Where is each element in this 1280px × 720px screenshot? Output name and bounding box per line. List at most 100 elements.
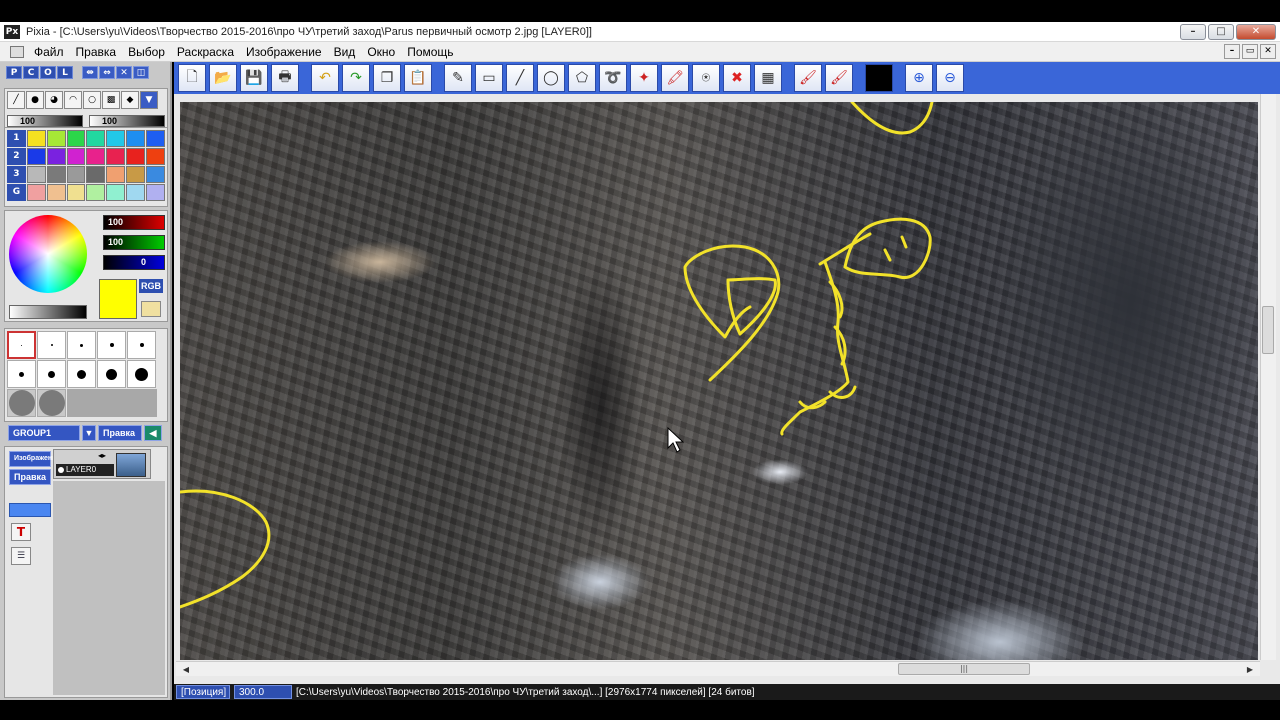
layer-item[interactable]: ◂▸ LAYER0: [53, 449, 151, 479]
brush-size-6[interactable]: [7, 360, 36, 388]
palette-swatch[interactable]: [46, 130, 66, 147]
mirror-icon[interactable]: ◫: [133, 66, 149, 79]
menu-window[interactable]: Окно: [361, 45, 401, 59]
brush-size-2[interactable]: [37, 331, 66, 359]
flip-icon[interactable]: ⇔: [99, 66, 115, 79]
layer-move-icon[interactable]: ◂▸: [98, 451, 106, 460]
group-select[interactable]: GROUP1: [8, 425, 80, 441]
zoom-out-icon[interactable]: ⊖: [936, 64, 964, 92]
brush-size-7[interactable]: [37, 360, 66, 388]
palette-swatch[interactable]: [146, 148, 165, 165]
mode-tab-l[interactable]: L: [57, 66, 73, 79]
palette-swatch[interactable]: [86, 148, 106, 165]
clear-icon[interactable]: ✕: [116, 66, 132, 79]
palette-swatch[interactable]: [146, 184, 165, 201]
opacity-slider-a[interactable]: 100: [7, 115, 83, 127]
maximize-button[interactable]: □: [1208, 24, 1234, 40]
transparency-icon[interactable]: ▦: [754, 64, 782, 92]
save-icon[interactable]: 💾: [240, 64, 268, 92]
image-canvas[interactable]: [180, 102, 1258, 660]
palette-swatch[interactable]: [26, 148, 46, 165]
palette-swatch[interactable]: [126, 166, 146, 183]
palette-row-label[interactable]: G: [7, 184, 26, 201]
scroll-right-arrow-icon[interactable]: ▶: [1242, 662, 1258, 677]
green-channel-bar[interactable]: 100: [103, 235, 165, 250]
blur-icon[interactable]: ◕: [45, 91, 63, 109]
ellipse-icon[interactable]: ◯: [537, 64, 565, 92]
text-tool-icon[interactable]: T: [11, 523, 31, 541]
current-color-swatch[interactable]: [99, 279, 137, 319]
vertical-scrollbar[interactable]: [1260, 94, 1276, 660]
brush-menu-chevron-icon[interactable]: ▼: [140, 91, 158, 109]
palette-swatch[interactable]: [106, 184, 126, 201]
palette-swatch[interactable]: [26, 130, 46, 147]
group-edit-button[interactable]: Правка: [98, 425, 142, 441]
menu-select[interactable]: Выбор: [122, 45, 171, 59]
fill-shape-icon[interactable]: ⬠: [568, 64, 596, 92]
brush-size-1[interactable]: [7, 331, 36, 359]
swap-icon[interactable]: ⇹: [82, 66, 98, 79]
palette-swatch[interactable]: [106, 166, 126, 183]
brush-size-9[interactable]: [97, 360, 126, 388]
palette-swatch[interactable]: [26, 166, 46, 183]
palette-swatch[interactable]: [66, 130, 86, 147]
color-pick-icon[interactable]: 🖍: [661, 64, 689, 92]
layer-image-button[interactable]: Изображение: [9, 451, 60, 467]
copy-icon[interactable]: ❐: [373, 64, 401, 92]
close-button[interactable]: ✕: [1236, 24, 1276, 40]
pen-icon[interactable]: ✎: [444, 64, 472, 92]
palette-swatch[interactable]: [66, 148, 86, 165]
palette-swatch[interactable]: [106, 148, 126, 165]
palette-row-label[interactable]: 3: [7, 166, 26, 183]
line-icon[interactable]: ╱: [506, 64, 534, 92]
mdi-close-button[interactable]: ✕: [1260, 44, 1276, 59]
brush-size-12[interactable]: [37, 389, 66, 417]
palette-swatch[interactable]: [126, 130, 146, 147]
layer-edit-button[interactable]: Правка: [9, 469, 51, 485]
soft-brush-icon[interactable]: ○: [83, 91, 101, 109]
open-folder-icon[interactable]: 📂: [209, 64, 237, 92]
menu-file[interactable]: Файл: [28, 45, 70, 59]
palette-swatch[interactable]: [46, 184, 66, 201]
airbrush-icon[interactable]: ●: [26, 91, 44, 109]
palette-swatch[interactable]: [46, 166, 66, 183]
palette-swatch[interactable]: [146, 166, 165, 183]
gray-slider[interactable]: [9, 305, 87, 319]
blend-icon[interactable]: ▩: [102, 91, 120, 109]
brush-red-alt-icon[interactable]: 🖌: [825, 64, 853, 92]
palette-swatch[interactable]: [126, 148, 146, 165]
blue-channel-bar[interactable]: 0: [103, 255, 165, 270]
group-chevron-down-icon[interactable]: ▼: [82, 425, 96, 441]
menu-edit[interactable]: Правка: [70, 45, 123, 59]
palette-swatch[interactable]: [86, 130, 106, 147]
minimize-button[interactable]: –: [1180, 24, 1206, 40]
undo-icon[interactable]: ↶: [311, 64, 339, 92]
zoom-in-icon[interactable]: ⊕: [905, 64, 933, 92]
palette-swatch[interactable]: [66, 166, 86, 183]
stamp-icon[interactable]: ⍟: [692, 64, 720, 92]
menu-image[interactable]: Изображение: [240, 45, 328, 59]
brush-size-8[interactable]: [67, 360, 96, 388]
paste-icon[interactable]: 📋: [404, 64, 432, 92]
palette-swatch[interactable]: [86, 166, 106, 183]
opacity-slider-b[interactable]: 100: [89, 115, 165, 127]
color-wheel[interactable]: [9, 215, 87, 293]
palette-swatch[interactable]: [146, 130, 165, 147]
brush-size-4[interactable]: [97, 331, 126, 359]
layer-properties-icon[interactable]: ☰: [11, 547, 31, 565]
pencil-icon[interactable]: ╱: [7, 91, 25, 109]
palette-swatch[interactable]: [26, 184, 46, 201]
foreground-color-icon[interactable]: [865, 64, 893, 92]
horizontal-scrollbar[interactable]: ◀ ▶: [176, 661, 1260, 676]
brush-size-11[interactable]: [7, 389, 36, 417]
palette-row-label[interactable]: 1: [7, 130, 26, 147]
mdi-minimize-button[interactable]: –: [1224, 44, 1240, 59]
redo-icon[interactable]: ↷: [342, 64, 370, 92]
menu-paint[interactable]: Раскраска: [171, 45, 240, 59]
speaker-icon[interactable]: ◀: [144, 425, 162, 441]
magic-wand-icon[interactable]: ✦: [630, 64, 658, 92]
mode-tab-o[interactable]: O: [40, 66, 56, 79]
red-channel-bar[interactable]: 100: [103, 215, 165, 230]
layer-visible-icon[interactable]: [58, 467, 64, 473]
smudge-icon[interactable]: ◠: [64, 91, 82, 109]
